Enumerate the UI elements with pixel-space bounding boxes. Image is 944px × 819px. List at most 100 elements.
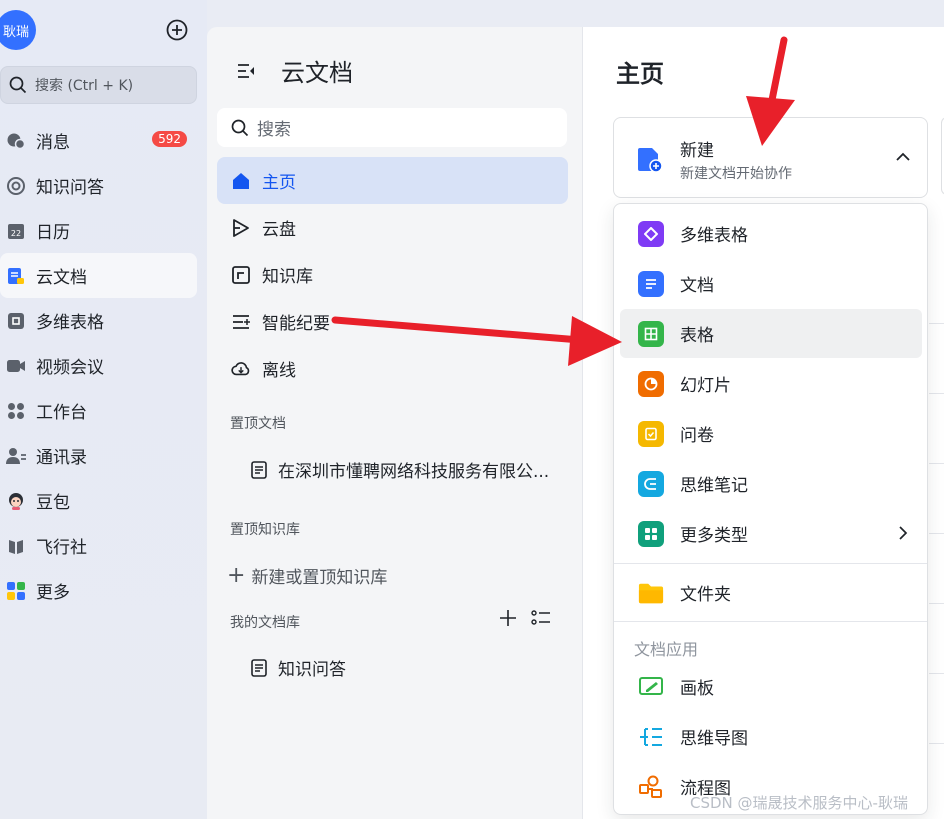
- new-card-title: 新建: [680, 141, 714, 161]
- folder-icon: [638, 580, 664, 606]
- nav-item-smart-minutes[interactable]: 智能纪要: [217, 298, 568, 345]
- menu-item-label: 文件夹: [680, 585, 731, 605]
- home-icon: [231, 171, 251, 191]
- menu-divider: [614, 621, 927, 622]
- nav-item-offline[interactable]: 离线: [217, 345, 568, 392]
- rail-item-knowledge-qa[interactable]: 知识问答: [0, 163, 197, 208]
- rail-item-base[interactable]: 多维表格: [0, 298, 197, 343]
- nav-item-wiki[interactable]: 知识库: [217, 251, 568, 298]
- rail-item-label: 消息: [36, 133, 70, 153]
- rail-item-feixingshe[interactable]: 飞行社: [0, 523, 197, 568]
- rail-item-calendar[interactable]: 22 日历: [0, 208, 197, 253]
- rail-item-label: 飞行社: [36, 538, 87, 558]
- watermark: CSDN @瑞晟技术服务中心-耿瑞: [690, 794, 908, 812]
- smart-minutes-icon: [231, 312, 251, 332]
- pinned-doc-title: 在深圳市懂聘网络科技服务有限公...: [278, 462, 550, 482]
- rail-item-workplace[interactable]: 工作台: [0, 388, 197, 433]
- feixingshe-icon: [6, 536, 26, 556]
- doubao-icon: [6, 491, 26, 511]
- nav-item-drive[interactable]: 云盘: [217, 204, 568, 251]
- my-lib-doc-item[interactable]: 知识问答: [250, 655, 346, 680]
- avatar[interactable]: 耿瑞: [0, 10, 36, 50]
- nav-item-label: 云盘: [262, 220, 296, 240]
- search-icon: [9, 76, 27, 94]
- docs-search-placeholder: 搜索: [257, 120, 291, 140]
- rail-item-video-meeting[interactable]: 视频会议: [0, 343, 197, 388]
- menu-item-slides[interactable]: 幻灯片: [620, 359, 922, 408]
- rail-item-label: 多维表格: [36, 313, 104, 333]
- wiki-icon: [231, 265, 251, 285]
- rail-item-label: 云文档: [36, 268, 87, 288]
- page-title: 主页: [616, 60, 664, 88]
- base-icon: [638, 220, 664, 247]
- rail-item-label: 知识问答: [36, 178, 104, 198]
- mindnote-icon: [638, 470, 664, 497]
- doc-icon: [638, 270, 664, 297]
- menu-divider: [614, 563, 927, 564]
- menu-item-label: 表格: [680, 326, 714, 346]
- left-rail: 耿瑞 搜索 (Ctrl + K) 消息 592 知识问答 22 日历 云文档 多…: [0, 0, 207, 819]
- pinned-kb-label: 置顶知识库: [230, 522, 300, 538]
- menu-item-label: 更多类型: [680, 526, 748, 546]
- document-icon: [251, 460, 267, 479]
- video-meeting-icon: [6, 356, 26, 376]
- sheet-icon: [638, 320, 664, 347]
- drive-icon: [231, 218, 251, 238]
- rail-item-label: 豆包: [36, 493, 70, 513]
- nav-item-label: 知识库: [262, 267, 313, 287]
- more-apps-icon: [6, 581, 26, 601]
- new-kb-label: 新建或置顶知识库: [251, 568, 388, 588]
- menu-item-label: 思维导图: [680, 729, 748, 749]
- menu-item-whiteboard[interactable]: 画板: [620, 662, 922, 711]
- nav-item-label: 主页: [262, 173, 296, 193]
- list-settings-icon[interactable]: [531, 609, 551, 627]
- global-search-placeholder: 搜索 (Ctrl + K): [35, 78, 134, 94]
- my-lib-doc-title: 知识问答: [278, 660, 346, 680]
- more-types-icon: [638, 520, 664, 547]
- offline-icon: [231, 359, 251, 379]
- docs-title: 云文档: [281, 59, 353, 87]
- global-search-input[interactable]: 搜索 (Ctrl + K): [0, 66, 197, 104]
- menu-item-label: 文档: [680, 276, 714, 296]
- rail-item-doubao[interactable]: 豆包: [0, 478, 197, 523]
- menu-item-doc[interactable]: 文档: [620, 259, 922, 308]
- rail-item-cloud-docs[interactable]: 云文档: [0, 253, 197, 298]
- main-area: 主页 新建 新建文档开始协作 多维表格 文档 表格 幻灯片 问卷 思维笔记 更多…: [582, 27, 944, 819]
- add-circle-icon[interactable]: [165, 18, 189, 42]
- whiteboard-icon: [638, 674, 664, 700]
- menu-item-more-types[interactable]: 更多类型: [620, 509, 922, 558]
- mindmap-icon: [638, 724, 664, 750]
- unread-badge: 592: [152, 131, 187, 147]
- menu-item-survey[interactable]: 问卷: [620, 409, 922, 458]
- docs-panel: 云文档 搜索 主页 云盘 知识库 智能纪要 离线 置顶文档 在深圳市懂聘网络科技…: [207, 27, 582, 819]
- menu-item-base[interactable]: 多维表格: [620, 209, 922, 258]
- menu-item-mindmap[interactable]: 思维导图: [620, 712, 922, 761]
- rail-item-messages[interactable]: 消息 592: [0, 118, 197, 163]
- nav-item-home[interactable]: 主页: [217, 157, 568, 204]
- cloud-docs-icon: [6, 266, 26, 286]
- collapse-sidebar-icon[interactable]: [235, 60, 257, 82]
- new-button-card[interactable]: 新建 新建文档开始协作: [613, 117, 928, 198]
- new-card-subtitle: 新建文档开始协作: [680, 166, 792, 182]
- document-icon: [251, 658, 267, 677]
- pinned-doc-item[interactable]: 在深圳市懂聘网络科技服务有限公...: [250, 457, 549, 482]
- menu-item-label: 幻灯片: [680, 376, 731, 396]
- my-lib-label: 我的文档库: [230, 615, 300, 631]
- menu-item-folder[interactable]: 文件夹: [620, 568, 922, 617]
- add-icon[interactable]: [499, 609, 517, 627]
- menu-item-sheet[interactable]: 表格: [620, 309, 922, 358]
- menu-item-label: 思维笔记: [680, 476, 748, 496]
- rail-item-label: 工作台: [36, 403, 87, 423]
- rail-item-contacts[interactable]: 通讯录: [0, 433, 197, 478]
- new-knowledge-base-button[interactable]: + 新建或置顶知识库: [227, 563, 387, 588]
- new-doc-icon: [638, 148, 663, 173]
- docs-search-input[interactable]: 搜索: [217, 108, 567, 147]
- flowchart-icon: [638, 774, 664, 800]
- menu-item-label: 多维表格: [680, 226, 748, 246]
- contacts-icon: [6, 446, 26, 466]
- rail-item-more[interactable]: 更多: [0, 568, 197, 613]
- survey-icon: [638, 420, 664, 447]
- rail-item-label: 日历: [36, 223, 70, 243]
- menu-item-mindnote[interactable]: 思维笔记: [620, 459, 922, 508]
- new-dropdown-menu: 多维表格 文档 表格 幻灯片 问卷 思维笔记 更多类型 文件夹 文档应用 画板 …: [613, 203, 928, 815]
